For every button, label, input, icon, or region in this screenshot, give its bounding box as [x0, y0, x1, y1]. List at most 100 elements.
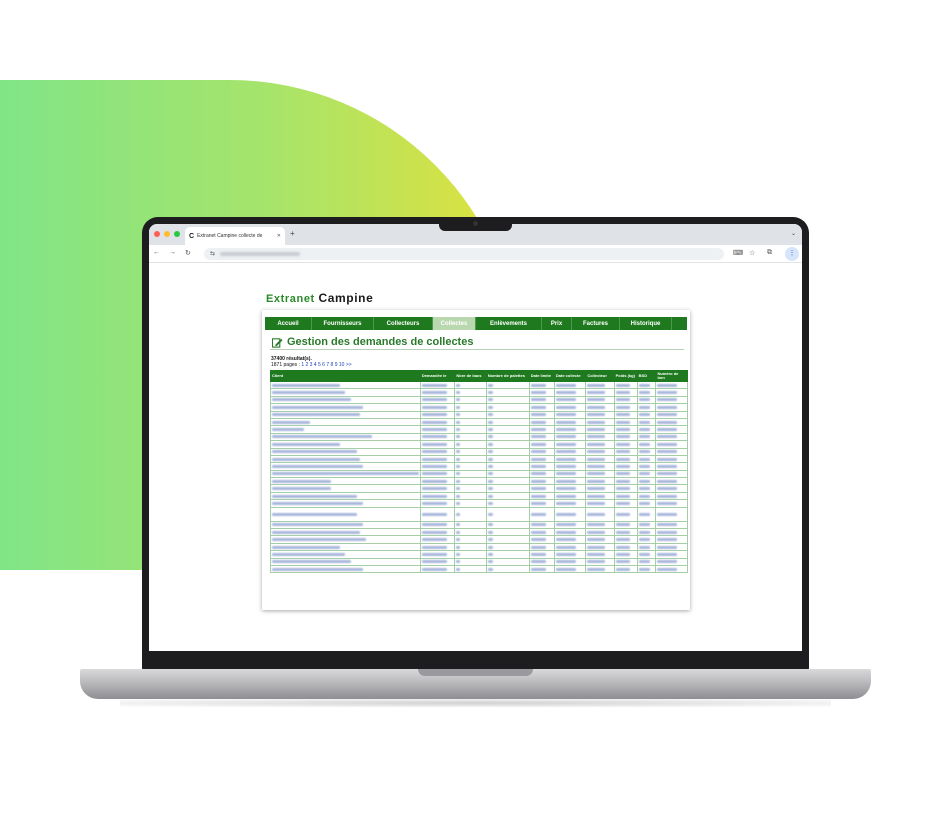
redacted-value: [272, 472, 419, 476]
redacted-value: [487, 383, 493, 387]
menu-item-enlvements[interactable]: Enlèvements: [476, 317, 542, 330]
table-row[interactable]: [270, 499, 688, 508]
column-header[interactable]: Demandée le: [419, 370, 456, 382]
column-header[interactable]: BSD: [636, 370, 657, 382]
back-icon[interactable]: ←: [153, 249, 160, 256]
table-cell: [613, 403, 638, 412]
page-link[interactable]: 7: [326, 362, 329, 368]
page-link[interactable]: 6: [322, 362, 325, 368]
table-row[interactable]: [270, 403, 688, 412]
redacted-value: [272, 383, 340, 387]
table-row[interactable]: [270, 417, 688, 427]
table-row[interactable]: [270, 388, 688, 397]
redacted-value: [487, 398, 493, 402]
column-header[interactable]: Collecteur: [585, 370, 615, 382]
table-row[interactable]: [270, 432, 688, 442]
table-row[interactable]: [270, 557, 688, 567]
redacted-value: [272, 464, 364, 468]
menu-icon[interactable]: ⋮: [785, 247, 799, 261]
page-link[interactable]: 10: [339, 362, 345, 368]
plus-icon[interactable]: +: [290, 229, 295, 238]
menu-item-accueil[interactable]: Accueil: [265, 317, 312, 330]
maximize-window-icon[interactable]: [174, 231, 180, 237]
column-header[interactable]: Poids (kg): [613, 370, 638, 382]
menu-item-fournisseurs[interactable]: Fournisseurs: [312, 317, 374, 330]
table-row[interactable]: [270, 454, 688, 464]
site-settings-icon[interactable]: ⇆: [210, 250, 215, 257]
table-cell: [553, 520, 587, 530]
table-row[interactable]: [270, 469, 688, 479]
column-header[interactable]: Client: [270, 370, 421, 382]
chevron-down-icon[interactable]: ⌄: [791, 230, 796, 237]
menu-item-historique[interactable]: Historique: [620, 317, 672, 330]
table-row[interactable]: [270, 491, 688, 501]
extensions-icon[interactable]: ⧉: [767, 249, 772, 257]
browser-tab[interactable]: C Extranet Campine collecte de ✕: [185, 227, 285, 245]
table-cell: [585, 462, 615, 471]
redacted-value: [587, 487, 605, 491]
table-cell: [528, 564, 555, 574]
page-link[interactable]: 4: [314, 362, 317, 368]
column-header[interactable]: Numéro de bon: [655, 370, 688, 382]
menu-item-collecteurs[interactable]: Collecteurs: [374, 317, 433, 330]
redacted-value: [657, 472, 678, 476]
translate-icon[interactable]: ⌨: [733, 249, 743, 257]
page-link[interactable]: 9: [335, 362, 338, 368]
table-cell: [636, 425, 657, 434]
table-cell: [585, 542, 615, 552]
redacted-value: [272, 523, 364, 527]
reload-icon[interactable]: ↻: [185, 249, 191, 257]
page-link[interactable]: 5: [318, 362, 321, 368]
redacted-value: [587, 523, 605, 527]
page-link[interactable]: 3: [310, 362, 313, 368]
table-row[interactable]: [270, 462, 688, 471]
table-row[interactable]: [270, 410, 688, 419]
table-row[interactable]: [270, 528, 688, 537]
table-cell: [613, 550, 638, 559]
table-row[interactable]: [270, 440, 688, 449]
table-row[interactable]: [270, 395, 688, 405]
table-row[interactable]: [270, 425, 688, 434]
redacted-value: [487, 494, 493, 498]
table-cell: [485, 499, 530, 508]
table-cell: [270, 403, 421, 412]
table-row[interactable]: [270, 542, 688, 552]
table-cell: [485, 462, 530, 471]
close-window-icon[interactable]: [154, 231, 160, 237]
page-link[interactable]: 8: [331, 362, 334, 368]
table-cell: [553, 506, 587, 522]
column-header[interactable]: Nombre de palettes: [485, 370, 530, 382]
table-row[interactable]: [270, 380, 688, 390]
address-bar[interactable]: ⇆: [204, 248, 724, 260]
column-header[interactable]: Date collecte: [553, 370, 587, 382]
redacted-value: [456, 538, 460, 542]
forward-icon[interactable]: →: [169, 249, 176, 256]
table-cell: [553, 432, 587, 442]
table-cell: [419, 491, 456, 501]
column-header[interactable]: Date limite: [528, 370, 555, 382]
table-cell: [485, 432, 530, 442]
minimize-window-icon[interactable]: [164, 231, 170, 237]
star-icon[interactable]: ☆: [749, 249, 755, 257]
table-row[interactable]: [270, 484, 688, 493]
menu-item-factures[interactable]: Factures: [572, 317, 620, 330]
column-header[interactable]: Nbre de bacs: [454, 370, 487, 382]
browser-toolbar: ← → ↻ ⇆ ⌨ ☆ ⧉ ⋮: [149, 245, 802, 263]
laptop-shadow: [120, 699, 831, 707]
table-row[interactable]: [270, 477, 688, 486]
page-link[interactable]: 1: [301, 362, 304, 368]
table-row[interactable]: [270, 520, 688, 530]
page-link[interactable]: 2: [305, 362, 308, 368]
tab-close-icon[interactable]: ✕: [277, 233, 281, 239]
table-row[interactable]: [270, 564, 688, 574]
redacted-value: [615, 450, 630, 454]
table-cell: [636, 403, 657, 412]
menu-item-prix[interactable]: Prix: [542, 317, 572, 330]
table-row[interactable]: [270, 550, 688, 559]
table-cell: [485, 388, 530, 397]
table-row[interactable]: [270, 535, 688, 544]
table-row[interactable]: [270, 447, 688, 456]
menu-item-collectes[interactable]: Collectes: [433, 317, 476, 330]
page-link[interactable]: >>: [346, 362, 352, 368]
table-row[interactable]: [270, 506, 688, 522]
